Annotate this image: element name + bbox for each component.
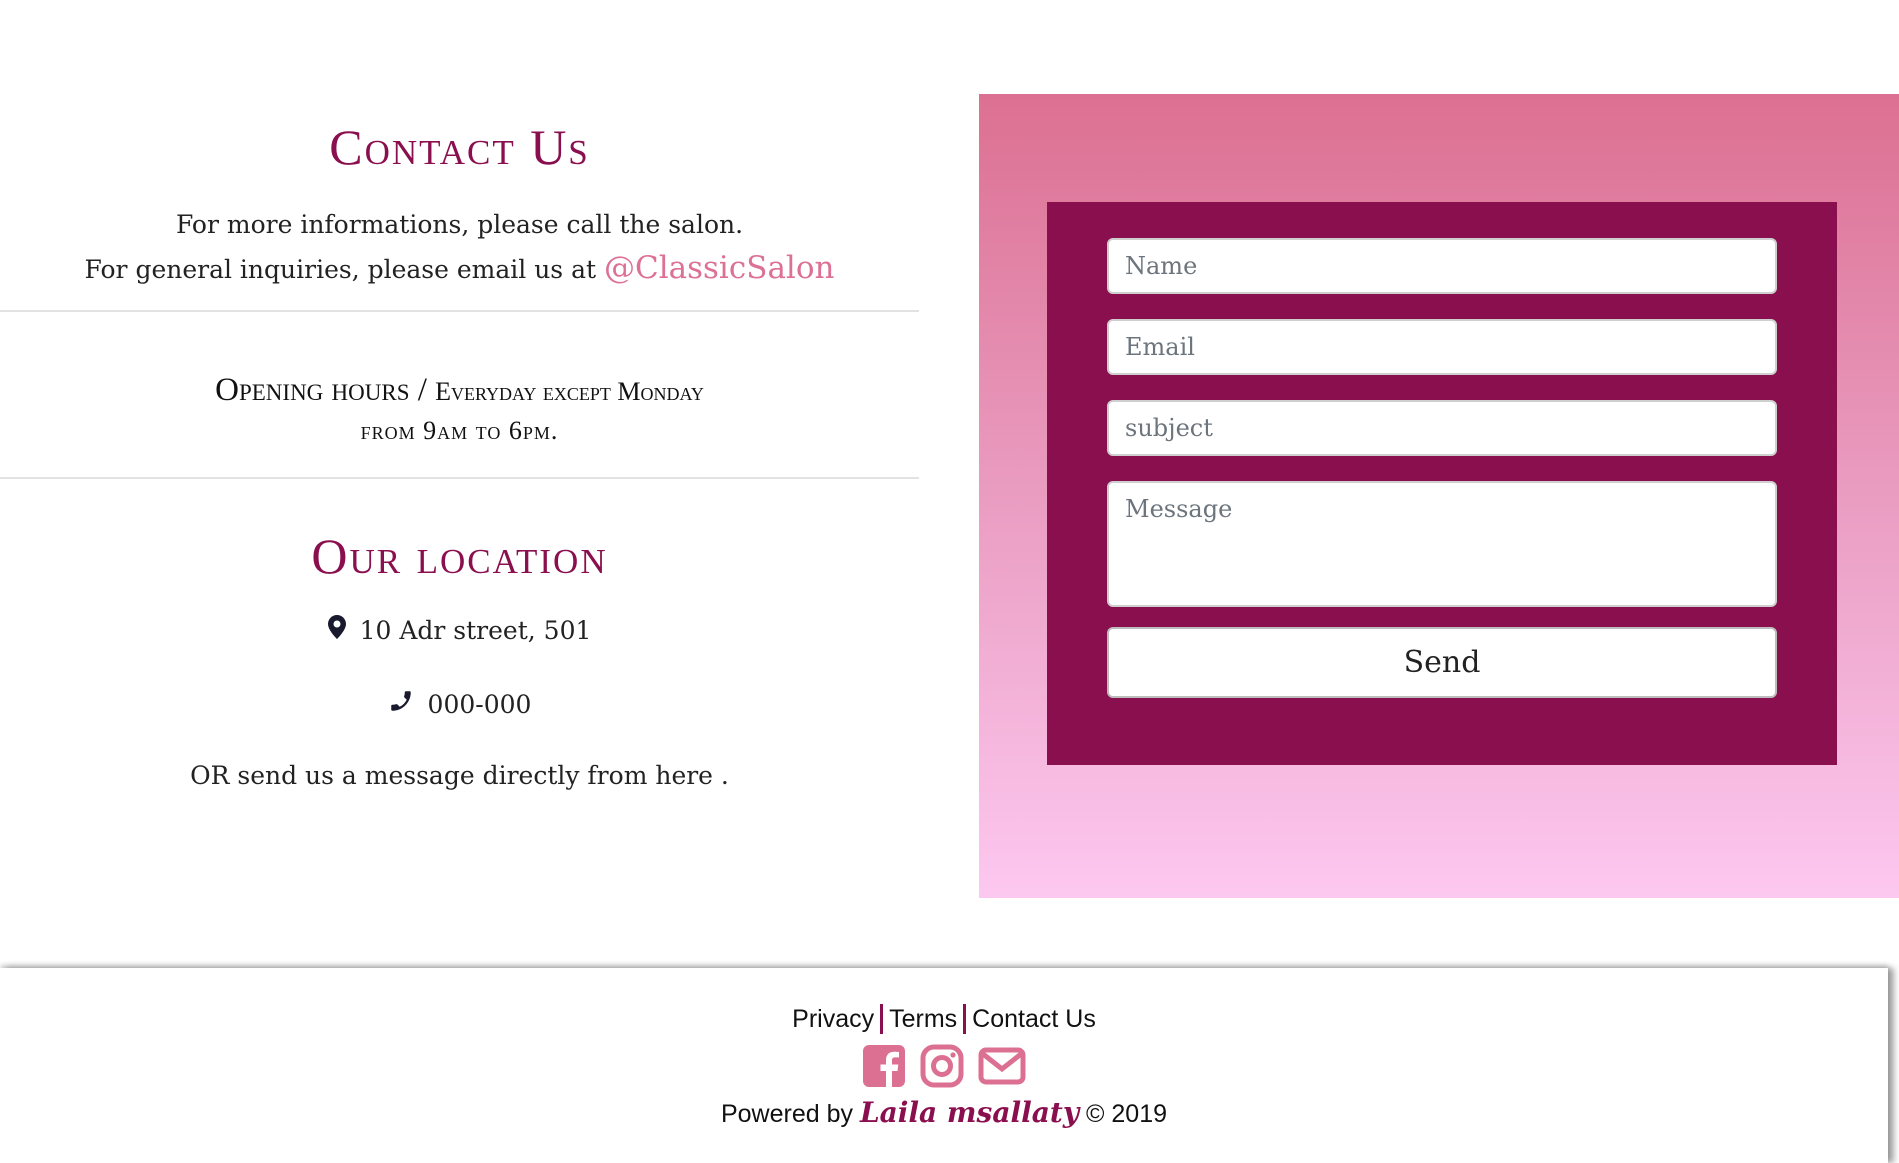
opening-hours-days: Everyday except Monday xyxy=(435,377,704,406)
name-field[interactable] xyxy=(1107,238,1777,294)
phone-text: 000-000 xyxy=(427,689,532,719)
contact-form-panel: Send xyxy=(979,94,1899,898)
opening-hours-line-2: from 9am to 6pm. xyxy=(360,416,559,445)
address-row: 10 Adr street, 501 xyxy=(0,615,919,645)
footer: Privacy Terms Contact Us Powered by Lail… xyxy=(0,968,1888,1163)
email-link[interactable]: @ClassicSalon xyxy=(604,250,834,286)
opening-hours-line-1: Opening hours / Everyday except Monday xyxy=(0,372,919,409)
phone-icon xyxy=(388,688,414,720)
terms-link[interactable]: Terms xyxy=(883,1005,963,1034)
address-text: 10 Adr street, 501 xyxy=(359,615,592,645)
powered-by: Powered by Laila msallaty © 2019 xyxy=(0,1096,1888,1129)
intro-line-1: For more informations, please call the s… xyxy=(175,210,744,239)
contact-title: Contact Us xyxy=(329,119,590,175)
divider xyxy=(0,477,919,479)
envelope-icon[interactable] xyxy=(978,1044,1026,1088)
location-title: Our location xyxy=(311,528,608,584)
subject-field[interactable] xyxy=(1107,400,1777,456)
send-button[interactable]: Send xyxy=(1107,627,1777,698)
message-prompt: OR send us a message directly from here … xyxy=(190,761,729,790)
copyright: © 2019 xyxy=(1079,1100,1168,1128)
social-links xyxy=(0,1044,1888,1088)
email-field[interactable] xyxy=(1107,319,1777,375)
facebook-icon[interactable] xyxy=(862,1044,906,1088)
divider xyxy=(0,310,919,312)
footer-links: Privacy Terms Contact Us xyxy=(0,1004,1888,1034)
hours-separator: / xyxy=(409,372,436,408)
author-name: Laila msallaty xyxy=(859,1096,1080,1129)
opening-hours-label: Opening hours xyxy=(215,372,410,408)
privacy-link[interactable]: Privacy xyxy=(786,1005,880,1034)
intro-line-2: For general inquiries, please email us a… xyxy=(0,250,919,286)
contact-info-section: Contact Us For more informations, please… xyxy=(0,0,919,960)
message-field[interactable] xyxy=(1107,481,1777,607)
intro-line-2-text: For general inquiries, please email us a… xyxy=(84,255,604,284)
phone-row: 000-000 xyxy=(0,688,919,720)
powered-by-prefix: Powered by xyxy=(720,1100,860,1128)
contact-us-link[interactable]: Contact Us xyxy=(966,1005,1102,1034)
instagram-icon[interactable] xyxy=(920,1044,964,1088)
contact-form: Send xyxy=(1047,202,1837,765)
map-marker-icon xyxy=(327,615,346,645)
